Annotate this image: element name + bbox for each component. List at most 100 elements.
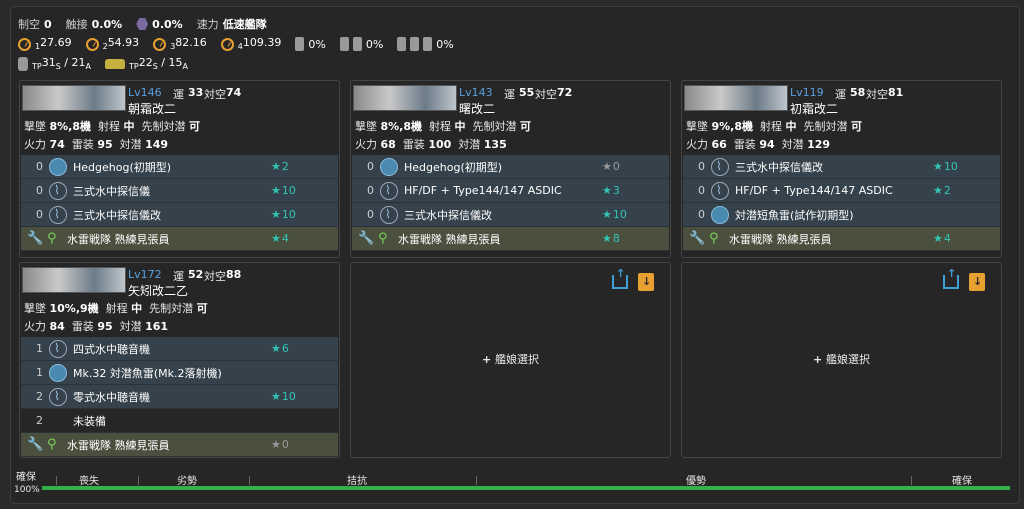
- ship-card[interactable]: Lv172 運 52 対空 88 矢矧改二乙 撃墜 10%,9機 射程 中 先制対潜 可 …: [19, 262, 340, 458]
- slot-count: 2: [36, 390, 43, 403]
- los-icon: [85, 37, 99, 51]
- equipment-row[interactable]: 1 Mk.32 対潜魚雷(Mk.2落射機): [21, 361, 338, 385]
- equipment-row[interactable]: 0 対潜短魚雷(試作初期型): [683, 203, 1000, 227]
- lookout-icon: ⚲: [709, 230, 719, 246]
- equipment-row[interactable]: 0 HF/DF + Type144/147 ASDIC 3: [352, 179, 669, 203]
- import-icon[interactable]: [612, 267, 628, 289]
- sonar-icon: [380, 181, 398, 200]
- improvement-star: 8: [602, 232, 620, 245]
- expansion-slot-row[interactable]: 🔧 ⚲ 水雷戦隊 熟練見張員 4: [21, 227, 338, 251]
- pct2-value: 0%: [365, 37, 384, 51]
- equipment-row[interactable]: 2 零式水中聴音機 10: [21, 385, 338, 409]
- equipment-row[interactable]: 0 HF/DF + Type144/147 ASDIC 2: [683, 179, 1000, 203]
- clipboard-icon[interactable]: [638, 273, 654, 291]
- improvement-star: 2: [933, 184, 951, 197]
- slot-count: 2: [36, 414, 43, 427]
- ship-level: Lv146: [128, 86, 162, 99]
- depth-charge-icon: [49, 157, 67, 176]
- aa-stat-value: 72: [557, 86, 573, 99]
- import-icon[interactable]: [943, 267, 959, 289]
- contact-label: 触接: [65, 18, 88, 31]
- speed-value: 低速艦隊: [222, 18, 267, 31]
- equipment-name: 水雷戦隊 熟練見張員: [729, 232, 832, 246]
- lookout-icon: ⚲: [378, 230, 388, 246]
- aa-stat-value: 88: [226, 268, 242, 281]
- tp-value: TP31S / 21A: [32, 56, 91, 72]
- speed-label: 速力: [196, 18, 219, 31]
- ship-card[interactable]: Lv119 運 58 対空 81 初霜改二 撃墜 9%,8機 射程 中 先制対潜 可 火力…: [681, 80, 1002, 258]
- lookout-icon: ⚲: [47, 230, 57, 246]
- luck-value: 33: [188, 86, 204, 99]
- equipment-name: 零式水中聴音機: [73, 390, 150, 404]
- select-ship-button[interactable]: 艦娘選択: [351, 351, 670, 367]
- slot-count: 0: [698, 208, 705, 221]
- sonar-icon: [49, 387, 67, 406]
- depth-charge-icon: [380, 157, 398, 176]
- ship-stats-line2: 火力 68 雷装 100 対潜 135: [355, 138, 507, 151]
- bar-divider: [56, 476, 57, 485]
- ship-banner[interactable]: [353, 85, 457, 111]
- slot-count: 1: [36, 366, 43, 379]
- equipment-row[interactable]: 2 未装備: [21, 409, 338, 433]
- equipment-name: 三式水中探信儀: [73, 184, 150, 198]
- ship-card[interactable]: Lv143 運 55 対空 72 曙改二 撃墜 8%,8機 射程 中 先制対潜 可 火力 …: [350, 80, 671, 258]
- equipment-name: 水雷戦隊 熟練見張員: [67, 232, 170, 246]
- equipment-name: Hedgehog(初期型): [73, 160, 172, 174]
- ship-level: Lv172: [128, 268, 162, 281]
- aa-stat-label: 対空: [204, 88, 226, 101]
- slot-count: 0: [36, 184, 43, 197]
- ship-banner[interactable]: [684, 85, 788, 111]
- improvement-star: 10: [271, 184, 296, 197]
- ship-stats-line2: 火力 66 雷装 94 対潜 129: [686, 138, 831, 151]
- slot-count: 1: [36, 342, 43, 355]
- aa-stat-label: 対空: [204, 270, 226, 283]
- ship-banner[interactable]: [22, 267, 126, 293]
- equipment-row[interactable]: 0 Hedgehog(初期型) 2: [21, 155, 338, 179]
- empty-ship-slot[interactable]: 艦娘選択: [681, 262, 1002, 458]
- contact-value: 0.0%: [91, 17, 123, 31]
- bar-label: 確保: [952, 476, 972, 487]
- equipment-name: 水雷戦隊 熟練見張員: [398, 232, 501, 246]
- bar-label: 拮抗: [347, 476, 367, 487]
- wrench-icon: 🔧: [358, 230, 375, 246]
- improvement-star: 10: [271, 208, 296, 221]
- expansion-slot-row[interactable]: 🔧 ⚲ 水雷戦隊 熟練見張員 4: [683, 227, 1000, 251]
- slot-count: 0: [36, 160, 43, 173]
- bar-label: 喪失: [79, 476, 99, 487]
- wrench-icon: 🔧: [689, 230, 706, 246]
- equipment-name: 対潜短魚雷(試作初期型): [735, 208, 854, 222]
- improvement-star: 10: [271, 390, 296, 403]
- expansion-slot-row[interactable]: 🔧 ⚲ 水雷戦隊 熟練見張員 0: [21, 433, 338, 457]
- equipment-row[interactable]: 0 三式水中探信儀改 10: [352, 203, 669, 227]
- select-ship-button[interactable]: 艦娘選択: [682, 351, 1001, 367]
- bar-divider: [249, 476, 250, 485]
- sonar-icon: [49, 339, 67, 358]
- equipment-row[interactable]: 1 四式水中聴音機 6: [21, 337, 338, 361]
- aa-icon: [136, 18, 149, 30]
- equipment-row[interactable]: 0 三式水中探信儀改 10: [683, 155, 1000, 179]
- bar-divider: [476, 476, 477, 485]
- equipment-row[interactable]: 0 三式水中探信儀 10: [21, 179, 338, 203]
- ship-stats-line2: 火力 84 雷装 95 対潜 161: [24, 320, 169, 333]
- ammo-triple-icon: [410, 37, 420, 51]
- ship-name: 矢矧改二乙: [128, 284, 189, 298]
- bar-divider: [911, 476, 912, 485]
- bar-left-label: 確保: [16, 472, 36, 483]
- equipment-row[interactable]: 0 Hedgehog(初期型) 0: [352, 155, 669, 179]
- equipment-name: 未装備: [73, 414, 106, 428]
- ammo-triple-icon: [423, 37, 433, 51]
- equipment-name: 三式水中探信儀改: [404, 208, 492, 222]
- expansion-slot-row[interactable]: 🔧 ⚲ 水雷戦隊 熟練見張員 8: [352, 227, 669, 251]
- improvement-star: 3: [602, 184, 620, 197]
- clipboard-icon[interactable]: [969, 273, 985, 291]
- tp2-value: TP22S / 15A: [128, 56, 188, 72]
- empty-ship-slot[interactable]: 艦娘選択: [350, 262, 671, 458]
- ship-banner[interactable]: [22, 85, 126, 111]
- equipment-row[interactable]: 0 三式水中探信儀改 10: [21, 203, 338, 227]
- bar-label: 優勢: [686, 476, 706, 487]
- depth-charge-icon: [49, 363, 67, 382]
- pct1-value: 0%: [308, 37, 326, 51]
- los-icon: [153, 37, 167, 51]
- sonar-icon: [380, 205, 398, 224]
- ship-card[interactable]: Lv146 運 33 対空 74 朝霜改二 撃墜 8%,8機 射程 中 先制対潜 可 火力…: [19, 80, 340, 258]
